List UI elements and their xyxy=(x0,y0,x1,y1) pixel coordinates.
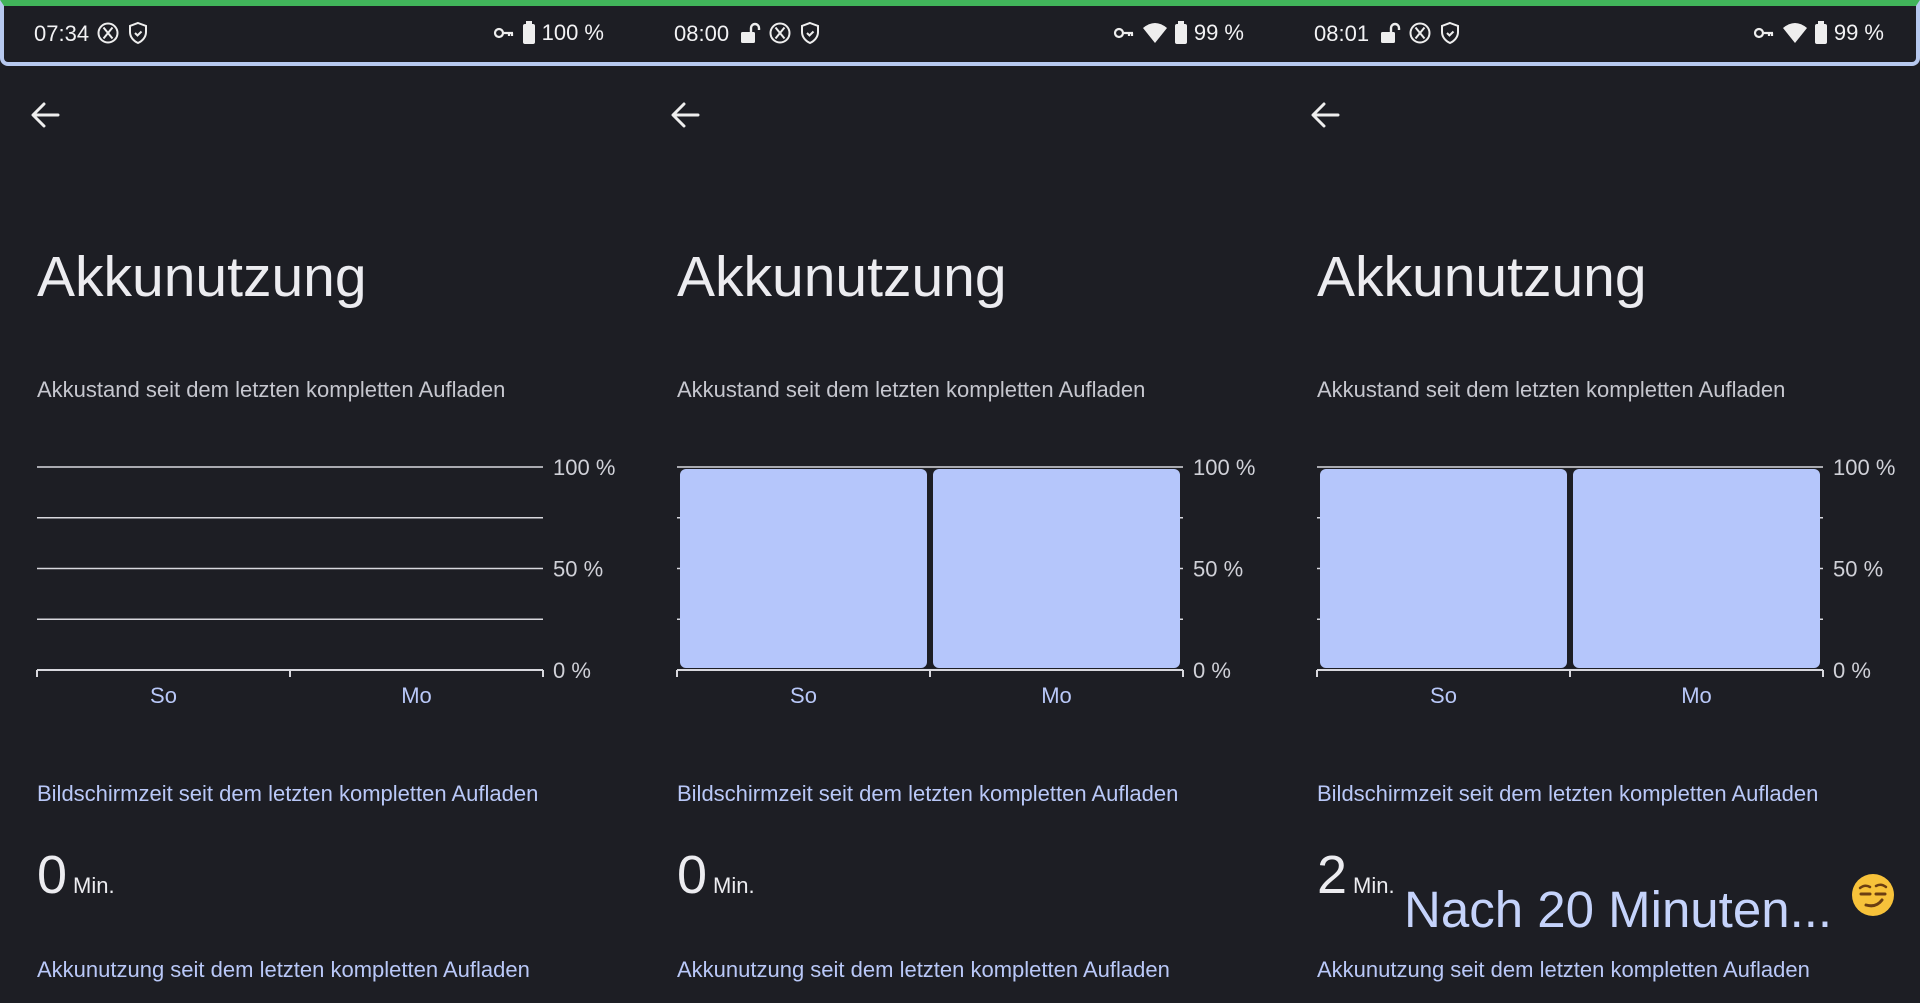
battery-icon xyxy=(522,21,536,45)
x-tick-label: Mo xyxy=(1041,683,1072,708)
bar-Mo xyxy=(1573,469,1820,668)
chart-subtitle: Akkustand seit dem letzten kompletten Au… xyxy=(677,377,1146,402)
arrow-back-icon xyxy=(31,102,60,128)
screen-time-number: 2 xyxy=(1317,845,1348,905)
overlay-caption: Nach 20 Minuten... xyxy=(1404,881,1833,938)
screen-time-value: 0 Min. xyxy=(677,844,755,906)
shield-icon xyxy=(798,21,822,45)
y-tick-label: 0 % xyxy=(1833,658,1871,683)
screen-time-number: 0 xyxy=(37,845,68,905)
status-time: 07:34 xyxy=(34,21,90,46)
battery-icon xyxy=(1174,21,1188,45)
battery-percentage: 99 % xyxy=(1193,20,1244,45)
smirk-emoji-icon xyxy=(1850,872,1896,918)
key-icon xyxy=(1752,21,1776,45)
screen-time-unit: Min. xyxy=(73,873,115,898)
x-icon xyxy=(768,21,792,45)
battery-icon xyxy=(1814,21,1828,45)
y-tick-label: 0 % xyxy=(1193,658,1231,683)
screenshot-panel-3: 08:01 99 % Akkunutzung Akkustand seit de… xyxy=(1280,0,1920,1003)
screen-time-heading[interactable]: Bildschirmzeit seit dem letzten komplett… xyxy=(677,781,1178,807)
status-bar: 08:00 99 % xyxy=(640,0,1280,66)
screen-time-value: 2 Min. xyxy=(1317,844,1395,906)
shield-icon xyxy=(1438,21,1462,45)
y-tick-label: 100 % xyxy=(1833,455,1895,480)
x-icon xyxy=(1408,21,1432,45)
x-tick-label: So xyxy=(790,683,817,708)
screenshot-panel-2: 08:00 99 % Akkunutzung Akkustand seit de… xyxy=(640,0,1280,1003)
shield-icon xyxy=(126,21,150,45)
screen-time-unit: Min. xyxy=(713,873,755,898)
key-icon xyxy=(1112,21,1136,45)
status-time: 08:00 xyxy=(674,21,730,46)
status-icons-left xyxy=(740,21,822,45)
battery-usage-heading[interactable]: Akkunutzung seit dem letzten kompletten … xyxy=(677,957,1170,983)
y-tick-label: 100 % xyxy=(553,455,615,480)
y-tick-label: 50 % xyxy=(1193,557,1243,582)
bar-So xyxy=(680,469,927,668)
status-bar: 08:01 99 % xyxy=(1280,0,1920,66)
chart-subtitle: Akkustand seit dem letzten kompletten Au… xyxy=(37,377,506,402)
page-title: Akkunutzung xyxy=(37,245,367,309)
bar-Mo xyxy=(933,469,1180,668)
chart-subtitle: Akkustand seit dem letzten kompletten Au… xyxy=(1317,377,1786,402)
status-icons-right: 99 % xyxy=(1752,20,1884,46)
unlock-icon xyxy=(740,21,762,45)
status-icons-right: 100 % xyxy=(492,20,604,46)
screen-time-heading[interactable]: Bildschirmzeit seit dem letzten komplett… xyxy=(1317,781,1818,807)
battery-percentage: 99 % xyxy=(1833,20,1884,45)
screen-time-value: 0 Min. xyxy=(37,844,115,906)
back-button[interactable] xyxy=(668,98,702,132)
screenshot-panel-1: 07:34 100 % Akkunutzung Akkustand seit d… xyxy=(0,0,640,1003)
x-icon xyxy=(96,21,120,45)
page-title: Akkunutzung xyxy=(1317,245,1647,309)
back-button[interactable] xyxy=(28,98,62,132)
x-tick-label: Mo xyxy=(1681,683,1712,708)
unlock-icon xyxy=(1380,21,1402,45)
battery-level-chart: So Mo 100 % 50 % 0 % xyxy=(676,455,1255,708)
status-icons-left xyxy=(96,21,150,45)
y-tick-label: 0 % xyxy=(553,658,591,683)
x-tick-label: So xyxy=(150,683,177,708)
y-tick-label: 100 % xyxy=(1193,455,1255,480)
screen-time-number: 0 xyxy=(677,845,708,905)
screen-time-unit: Min. xyxy=(1353,873,1395,898)
bar-So xyxy=(1320,469,1567,668)
x-tick-label: So xyxy=(1430,683,1457,708)
arrow-back-icon xyxy=(671,102,700,128)
arrow-back-icon xyxy=(1311,102,1340,128)
battery-level-chart: So Mo 100 % 50 % 0 % xyxy=(36,455,615,708)
page-title: Akkunutzung xyxy=(677,245,1007,309)
wifi-icon xyxy=(1142,21,1168,45)
battery-percentage: 100 % xyxy=(541,20,604,45)
status-icons-left xyxy=(1380,21,1462,45)
battery-usage-heading[interactable]: Akkunutzung seit dem letzten kompletten … xyxy=(37,957,530,983)
wifi-icon xyxy=(1782,21,1808,45)
y-tick-label: 50 % xyxy=(553,557,603,582)
status-bar: 07:34 100 % xyxy=(0,0,640,66)
key-icon xyxy=(492,21,516,45)
y-tick-label: 50 % xyxy=(1833,557,1883,582)
battery-level-chart: So Mo 100 % 50 % 0 % xyxy=(1316,455,1895,708)
status-icons-right: 99 % xyxy=(1112,20,1244,46)
status-time: 08:01 xyxy=(1314,21,1370,46)
screen-time-heading[interactable]: Bildschirmzeit seit dem letzten komplett… xyxy=(37,781,538,807)
x-tick-label: Mo xyxy=(401,683,432,708)
battery-usage-heading[interactable]: Akkunutzung seit dem letzten kompletten … xyxy=(1317,957,1810,983)
back-button[interactable] xyxy=(1308,98,1342,132)
